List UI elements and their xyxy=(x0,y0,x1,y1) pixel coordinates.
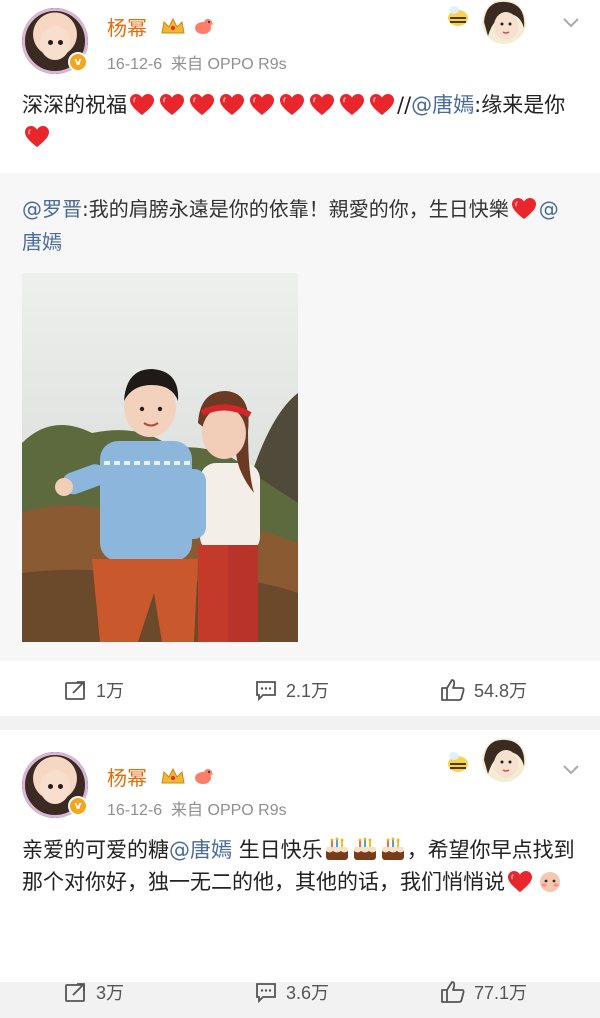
card-decoration-icon xyxy=(448,0,526,44)
repost-button[interactable]: 3万 xyxy=(64,966,124,1018)
post-actions: 3万 3.6万 77.1万 xyxy=(0,966,600,1018)
crown-icon xyxy=(161,767,185,784)
post-meta: 16-12-6 来自 OPPO R9s xyxy=(107,796,287,820)
crown-icon xyxy=(161,17,185,34)
heart-icon xyxy=(129,93,155,117)
repost-text: @罗晋:我的肩膀永遠是你的依靠！親愛的你，生日快樂 @唐嫣 xyxy=(22,197,559,254)
card-decoration-icon xyxy=(448,738,526,782)
heart-icon xyxy=(219,93,245,117)
like-icon xyxy=(441,981,465,1003)
heart-icon xyxy=(249,93,275,117)
chevron-down-icon[interactable] xyxy=(562,760,580,778)
heart-icon xyxy=(369,93,395,117)
repost-icon xyxy=(65,983,85,1002)
like-count: 77.1万 xyxy=(474,983,528,1003)
comment-button[interactable]: 3.6万 xyxy=(254,966,329,1018)
shy-emoji-icon xyxy=(540,872,560,892)
repost-count: 1万 xyxy=(96,681,125,701)
cake-icon xyxy=(324,836,350,862)
mention-link[interactable]: @罗晋 xyxy=(22,197,82,221)
heart-icon xyxy=(511,197,537,221)
post-actions: 1万 2.1万 54.8万 xyxy=(0,664,600,716)
verified-badge-icon: v xyxy=(68,52,88,72)
cake-icon xyxy=(380,836,406,862)
heart-icon xyxy=(279,93,305,117)
username[interactable]: 杨幂 xyxy=(107,12,147,41)
source[interactable]: 来自 OPPO R9s xyxy=(171,56,287,73)
heart-icon xyxy=(309,93,335,117)
bird-icon xyxy=(195,19,214,34)
weibo-post: v 杨幂 16-12-6 来自 OPPO R9s 深深的祝福//@唐嫣:缘来是你… xyxy=(0,0,600,716)
verified-badge-icon: v xyxy=(68,796,88,816)
weibo-post: v 杨幂 16-12-6 来自 OPPO R9s 亲爱的可爱的糖@唐嫣 生日快乐… xyxy=(0,730,600,1003)
post-text: 亲爱的可爱的糖@唐嫣 生日快乐 ，希望你早点找到那个对你好，独一无二的他，其他的话… xyxy=(22,836,575,894)
comment-count: 3.6万 xyxy=(286,983,330,1003)
repost-icon xyxy=(65,681,85,700)
mention-link[interactable]: @唐嫣 xyxy=(411,93,474,117)
timestamp: 16-12-6 xyxy=(107,802,163,819)
mention-link[interactable]: @唐嫣 xyxy=(169,838,232,862)
repost-button[interactable]: 1万 xyxy=(64,664,124,716)
cake-icon xyxy=(352,836,378,862)
post-text: 深深的祝福//@唐嫣:缘来是你 xyxy=(22,89,578,153)
post-meta: 16-12-6 来自 OPPO R9s xyxy=(107,50,287,74)
like-count: 54.8万 xyxy=(474,681,528,701)
timestamp: 16-12-6 xyxy=(107,56,163,73)
bird-icon xyxy=(195,769,214,784)
chevron-down-icon[interactable] xyxy=(562,13,580,31)
source[interactable]: 来自 OPPO R9s xyxy=(171,802,287,819)
like-button[interactable]: 54.8万 xyxy=(440,664,527,716)
comment-icon xyxy=(256,681,276,701)
heart-icon xyxy=(189,93,215,117)
comment-count: 2.1万 xyxy=(286,681,330,701)
heart-icon xyxy=(339,93,365,117)
comment-icon xyxy=(256,983,276,1003)
comment-button[interactable]: 2.1万 xyxy=(254,664,329,716)
reposted-content[interactable]: @罗晋:我的肩膀永遠是你的依靠！親愛的你，生日快樂 @唐嫣 xyxy=(0,173,600,661)
username[interactable]: 杨幂 xyxy=(107,762,147,791)
like-button[interactable]: 77.1万 xyxy=(440,966,527,1018)
heart-icon xyxy=(159,93,185,117)
post-photo[interactable] xyxy=(22,273,298,642)
repost-count: 3万 xyxy=(96,983,125,1003)
heart-icon xyxy=(24,125,50,149)
like-icon xyxy=(441,679,465,701)
heart-icon xyxy=(507,870,533,894)
